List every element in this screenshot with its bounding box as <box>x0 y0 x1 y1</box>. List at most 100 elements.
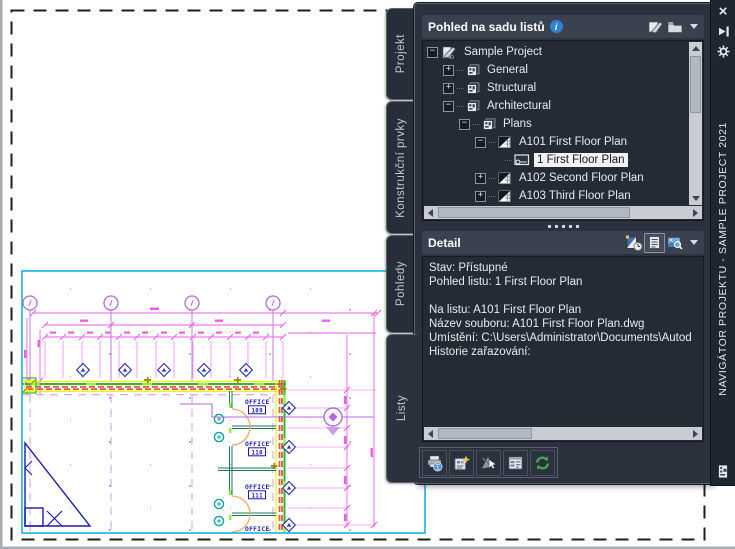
auto-hide-pin-icon[interactable] <box>714 24 732 39</box>
tree-item-label: A101 First Floor Plan <box>519 136 628 148</box>
room-number: 110 <box>252 450 264 456</box>
tree-item-label: Plans <box>503 118 532 130</box>
chevron-down-icon[interactable] <box>690 24 698 29</box>
edit-sheet-set-icon[interactable] <box>646 18 665 36</box>
collapse-toggle[interactable]: − <box>427 46 438 58</box>
tab-pohledy[interactable]: Pohledy <box>386 235 415 333</box>
tab-label: Listy <box>396 395 408 422</box>
project-icon <box>441 45 457 59</box>
etransmit-button[interactable] <box>449 450 474 476</box>
close-icon[interactable]: × <box>714 4 732 19</box>
refresh-button[interactable] <box>530 450 555 476</box>
tab-label: Konstrukční prvky <box>395 117 407 218</box>
sheet-history-icon[interactable] <box>625 234 644 252</box>
open-folder-icon[interactable] <box>665 18 684 36</box>
scroll-right-arrow[interactable] <box>693 209 698 217</box>
refresh-icon <box>535 456 550 470</box>
detail-sheet-view-line: Pohled listu: 1 First Floor Plan <box>429 276 583 288</box>
repath-icon <box>482 457 497 470</box>
room-label: OFFICE <box>245 399 270 406</box>
subset-icon <box>466 100 480 112</box>
tree-item-label: Sample Project <box>464 46 542 58</box>
detail-filename-line: Název souboru: A101 First Floor Plan.dwg <box>429 318 645 330</box>
tree-item-general[interactable]: + General <box>427 61 703 79</box>
sheet-set-header: Pohled na sadu listů i <box>422 15 704 38</box>
tree-item-architectural[interactable]: − Architectural <box>427 97 703 115</box>
detail-status-line: Stav: Přístupné <box>429 262 508 274</box>
room-number: 111 <box>252 493 264 499</box>
collapse-toggle[interactable]: − <box>459 118 470 130</box>
tree-item-sample-project[interactable]: − Sample Project <box>427 43 703 61</box>
detail-panel: Stav: Přístupné Pohled listu: 1 First Fl… <box>422 256 704 442</box>
expand-toggle[interactable]: + <box>475 190 486 202</box>
sheet-set-header-title: Pohled na sadu listů <box>428 19 545 34</box>
detail-location-line: Umístění: C:\Users\Administrator\Documen… <box>429 332 692 344</box>
tree-item-a101[interactable]: − A101 First Floor Plan <box>427 133 703 151</box>
palette-titlebar: × NAVIGÁTOR PROJEKTU - SAMPLE PROJECT 20… <box>711 0 735 485</box>
chevron-down-icon[interactable] <box>690 240 698 245</box>
panel-splitter[interactable] <box>422 222 704 231</box>
room-label: OFFICE <box>245 441 270 448</box>
tab-projekt[interactable]: Projekt <box>386 8 415 100</box>
tree-item-label: 1 First Floor Plan <box>534 153 628 167</box>
tree-item-a102[interactable]: + A102 Second Floor Plan <box>427 169 703 187</box>
tab-listy[interactable]: Listy <box>386 334 417 483</box>
scroll-left-arrow[interactable] <box>428 209 433 217</box>
palette-window-icon[interactable] <box>714 464 732 479</box>
properties-gear-icon[interactable] <box>714 44 732 59</box>
tree-vertical-scrollbar[interactable] <box>689 42 702 205</box>
etransmit-icon <box>454 455 470 470</box>
project-navigator-palette: Pohled na sadu listů i − Sample Project … <box>414 3 711 484</box>
detail-horizontal-scrollbar[interactable] <box>424 427 702 440</box>
subset-icon <box>466 82 480 94</box>
tree-item-structural[interactable]: + Structural <box>427 79 703 97</box>
sheets-toolbar <box>419 447 558 478</box>
subset-icon <box>466 64 480 76</box>
sheet-selections-icon <box>508 456 523 470</box>
scrollbar-thumb[interactable] <box>438 207 630 218</box>
tree-item-first-floor-view[interactable]: 1 First Floor Plan <box>427 151 703 169</box>
tree-item-label: A103 Third Floor Plan <box>519 190 631 202</box>
scroll-right-arrow[interactable] <box>693 430 698 438</box>
preview-image-icon[interactable] <box>665 234 684 252</box>
room-number: 109 <box>252 408 264 414</box>
tab-konstrukcni-prvky[interactable]: Konstrukční prvky <box>386 101 415 234</box>
autocad-window: OFFICE 109 OFFICE 110 OFFICE 111 OFFICE <box>0 0 735 549</box>
room-label: OFFICE <box>245 526 270 533</box>
expand-toggle[interactable]: + <box>443 82 454 94</box>
expand-toggle[interactable]: + <box>475 172 486 184</box>
scrollbar-thumb[interactable] <box>690 56 701 113</box>
detail-blank-line <box>423 289 703 303</box>
detail-header-title: Detail <box>428 235 461 250</box>
sheet-selections-button[interactable] <box>503 450 528 476</box>
subset-icon <box>482 118 496 130</box>
publish-button[interactable] <box>422 450 447 476</box>
tab-label: Pohledy <box>395 261 407 307</box>
tree-item-plans[interactable]: − Plans <box>427 115 703 133</box>
collapse-toggle[interactable]: − <box>443 100 454 112</box>
tree-item-label: Architectural <box>487 100 551 112</box>
details-text-icon[interactable] <box>644 232 665 253</box>
scrollbar-thumb[interactable] <box>438 428 532 439</box>
window-edge-left <box>0 0 3 549</box>
scroll-down-arrow[interactable] <box>692 196 700 201</box>
wall-end-cap <box>21 377 37 394</box>
collapse-toggle[interactable]: − <box>475 136 486 148</box>
tree-item-label: General <box>487 64 528 76</box>
detail-on-sheet-line: Na listu: A101 First Floor Plan <box>429 304 582 316</box>
sheet-tree: − Sample Project + General + Structural … <box>422 40 704 221</box>
sheet-icon <box>498 136 512 149</box>
publish-icon <box>427 455 443 472</box>
tree-item-a103[interactable]: + A103 Third Floor Plan <box>427 187 703 205</box>
tree-horizontal-scrollbar[interactable] <box>424 206 702 219</box>
expand-toggle[interactable]: + <box>443 64 454 76</box>
info-icon[interactable]: i <box>549 20 563 33</box>
scroll-left-arrow[interactable] <box>428 430 433 438</box>
room-label: OFFICE <box>245 484 270 491</box>
repath-button[interactable] <box>476 450 501 476</box>
palette-title[interactable]: NAVIGÁTOR PROJEKTU - SAMPLE PROJECT 2021 <box>717 59 729 459</box>
view-icon <box>514 154 530 166</box>
scroll-up-arrow[interactable] <box>692 46 700 51</box>
tree-item-label: Structural <box>487 82 537 94</box>
sheet-icon <box>498 190 512 203</box>
